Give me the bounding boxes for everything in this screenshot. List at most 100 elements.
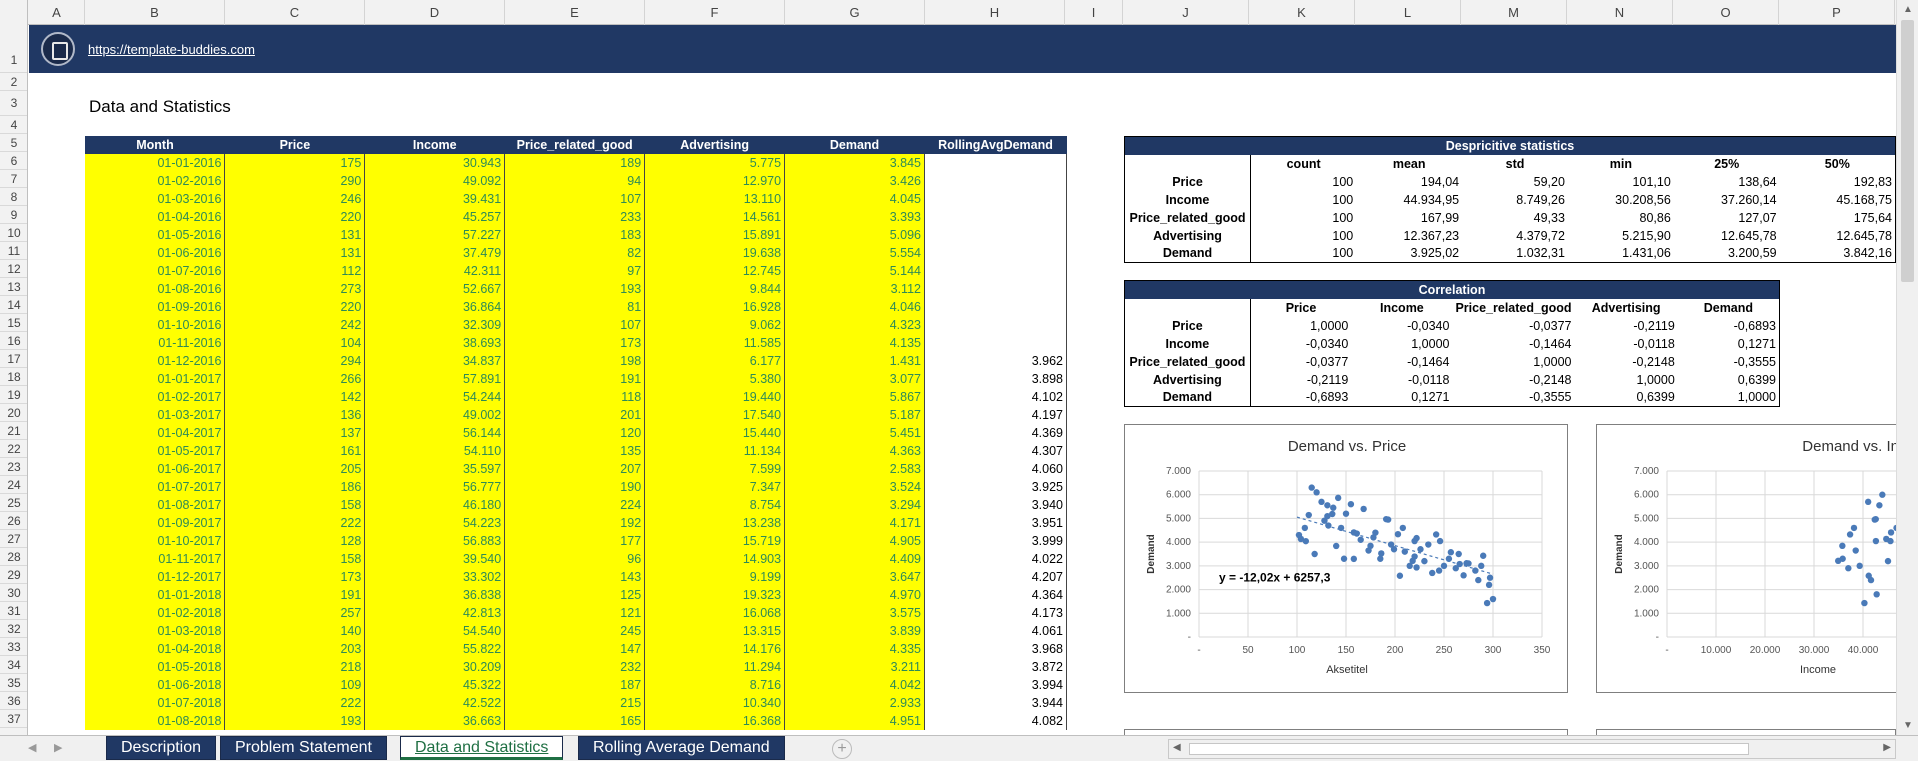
- table-cell[interactable]: 4.323: [784, 316, 925, 334]
- table-cell[interactable]: 15.719: [644, 532, 786, 550]
- table-cell[interactable]: 0,6399: [1678, 371, 1780, 389]
- table-cell[interactable]: 4.363: [784, 442, 925, 460]
- table-cell[interactable]: 121: [504, 604, 646, 622]
- table-cell[interactable]: 3.951: [924, 514, 1068, 532]
- table-cell[interactable]: 191: [504, 370, 646, 388]
- table-cell[interactable]: 12.367,23: [1356, 227, 1462, 245]
- table-cell[interactable]: 215: [504, 694, 646, 712]
- table-cell[interactable]: 8.716: [644, 676, 786, 694]
- scroll-up-icon[interactable]: ▲: [1903, 4, 1913, 15]
- table-cell[interactable]: 220: [224, 298, 366, 316]
- table-cell[interactable]: 189: [504, 154, 646, 172]
- table-cell[interactable]: 3.999: [924, 532, 1068, 550]
- table-cell[interactable]: 19.638: [644, 244, 786, 262]
- column-header[interactable]: J: [1123, 0, 1249, 25]
- table-cell[interactable]: 3.647: [784, 568, 925, 586]
- vertical-scroll-thumb[interactable]: [1901, 20, 1914, 282]
- table-cell[interactable]: 232: [504, 658, 646, 676]
- table-cell[interactable]: 36.838: [364, 586, 506, 604]
- table-cell[interactable]: [924, 280, 1068, 298]
- table-cell[interactable]: 13.110: [644, 190, 786, 208]
- table-cell[interactable]: 01-04-2016: [85, 208, 226, 226]
- table-cell[interactable]: 01-10-2017: [85, 532, 226, 550]
- table-cell[interactable]: 01-09-2017: [85, 514, 226, 532]
- chart-demand-vs-price[interactable]: Demand vs. Price - 1.000 2.000 3.000 4.000 5.0…: [1124, 424, 1568, 693]
- table-cell[interactable]: 32.309: [364, 316, 506, 334]
- table-cell[interactable]: 173: [504, 334, 646, 352]
- table-cell[interactable]: 39.431: [364, 190, 506, 208]
- tab-description[interactable]: Description: [106, 736, 217, 760]
- table-cell[interactable]: 1.431: [784, 352, 925, 370]
- scroll-down-icon[interactable]: ▼: [1903, 720, 1913, 731]
- table-cell[interactable]: -0,0340: [1250, 335, 1351, 353]
- table-cell[interactable]: 45.322: [364, 676, 506, 694]
- table-cell[interactable]: 266: [224, 370, 366, 388]
- column-header[interactable]: N: [1567, 0, 1673, 25]
- table-cell[interactable]: 187: [504, 676, 646, 694]
- table-cell[interactable]: 4.171: [784, 514, 925, 532]
- table-cell[interactable]: 3.393: [784, 208, 925, 226]
- table-cell[interactable]: 6.177: [644, 352, 786, 370]
- table-cell[interactable]: [924, 298, 1068, 316]
- row-header[interactable]: 13: [0, 278, 27, 296]
- stat-row-label[interactable]: Price: [1124, 172, 1251, 191]
- table-cell[interactable]: 46.180: [364, 496, 506, 514]
- table-cell[interactable]: 45.257: [364, 208, 506, 226]
- row-header[interactable]: 6: [0, 152, 27, 170]
- table-cell[interactable]: -0,0118: [1574, 335, 1677, 353]
- row-header[interactable]: 16: [0, 332, 27, 350]
- table-cell[interactable]: 57.891: [364, 370, 506, 388]
- table-cell[interactable]: 37.260,14: [1674, 191, 1780, 209]
- row-header[interactable]: 25: [0, 494, 27, 512]
- table-cell[interactable]: [924, 226, 1068, 244]
- table-cell[interactable]: 16.368: [644, 712, 786, 730]
- column-header[interactable]: B: [85, 0, 225, 25]
- table-cell[interactable]: 19.440: [644, 388, 786, 406]
- table-cell[interactable]: 01-08-2016: [85, 280, 226, 298]
- table-cell[interactable]: 4.970: [784, 586, 925, 604]
- table-cell[interactable]: 2.583: [784, 460, 925, 478]
- column-header[interactable]: G: [785, 0, 925, 25]
- table-cell[interactable]: 01-12-2016: [85, 352, 226, 370]
- table-cell[interactable]: 273: [224, 280, 366, 298]
- table-cell[interactable]: [924, 244, 1068, 262]
- table-cell[interactable]: 194,04: [1356, 173, 1462, 191]
- table-cell[interactable]: 01-03-2016: [85, 190, 226, 208]
- tab-data-and-statistics[interactable]: Data and Statistics: [400, 736, 564, 760]
- table-cell[interactable]: 131: [224, 244, 366, 262]
- table-cell[interactable]: 01-11-2017: [85, 550, 226, 568]
- table-cell[interactable]: 01-11-2016: [85, 334, 226, 352]
- table-cell[interactable]: 37.479: [364, 244, 506, 262]
- row-header[interactable]: 33: [0, 638, 27, 656]
- table-cell[interactable]: 201: [504, 406, 646, 424]
- column-header[interactable]: F: [645, 0, 785, 25]
- table-cell[interactable]: 3.994: [924, 676, 1068, 694]
- table-cell[interactable]: 5.554: [784, 244, 925, 262]
- table-cell[interactable]: 101,10: [1568, 173, 1674, 191]
- table-cell[interactable]: 01-03-2018: [85, 622, 226, 640]
- table-cell[interactable]: 01-02-2017: [85, 388, 226, 406]
- table-cell[interactable]: 59,20: [1462, 173, 1568, 191]
- table-cell[interactable]: 12.745: [644, 262, 786, 280]
- table-cell[interactable]: 118: [504, 388, 646, 406]
- row-header[interactable]: 19: [0, 386, 27, 404]
- row-header[interactable]: 9: [0, 206, 27, 224]
- table-cell[interactable]: 9.062: [644, 316, 786, 334]
- table-cell[interactable]: 120: [504, 424, 646, 442]
- table-cell[interactable]: 207: [504, 460, 646, 478]
- table-cell[interactable]: -0,0118: [1351, 371, 1452, 389]
- table-cell[interactable]: -0,6893: [1250, 389, 1351, 407]
- table-cell[interactable]: 5.144: [784, 262, 925, 280]
- table-cell[interactable]: 3.925: [924, 478, 1068, 496]
- table-cell[interactable]: 4.905: [784, 532, 925, 550]
- table-cell[interactable]: -0,0340: [1351, 317, 1452, 335]
- table-cell[interactable]: 30.943: [364, 154, 506, 172]
- table-cell[interactable]: 193: [504, 280, 646, 298]
- table-cell[interactable]: 4.022: [924, 550, 1068, 568]
- horizontal-scroll-thumb[interactable]: [1189, 743, 1749, 755]
- row-header[interactable]: 5: [0, 134, 27, 152]
- table-cell[interactable]: 01-10-2016: [85, 316, 226, 334]
- table-cell[interactable]: 186: [224, 478, 366, 496]
- row-header[interactable]: 36: [0, 692, 27, 710]
- table-cell[interactable]: 49.092: [364, 172, 506, 190]
